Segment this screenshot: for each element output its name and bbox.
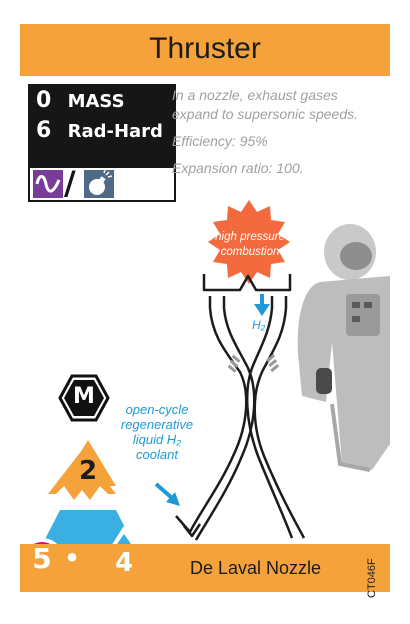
astronaut-figure — [297, 224, 390, 472]
cost-right-number: 4 — [114, 548, 134, 578]
card-name: De Laval Nozzle — [190, 558, 322, 578]
burst-label-line: high pressure — [215, 231, 285, 243]
cost-separator: • — [64, 544, 80, 572]
flow-arrow — [254, 294, 270, 316]
cost-top-number: 2 — [78, 456, 98, 486]
coolant-label-line: open-cycle — [125, 402, 189, 417]
nozzle-illustration — [20, 200, 390, 586]
cost-left-number: 5 — [32, 542, 52, 575]
coolant-label-line: coolant — [136, 447, 178, 462]
burst-label: high pressure combustion — [208, 230, 292, 260]
card[interactable]: Thruster 0 MASS 6 Rad-Hard / In a nozzle… — [20, 24, 390, 600]
coolant-label-line: liquid H₂ — [132, 432, 182, 447]
coolant-label-line: regenerative — [120, 417, 194, 432]
flow-label: H₂ — [252, 318, 266, 332]
coolant-arrow — [154, 482, 180, 506]
faction-letter: M — [73, 384, 95, 409]
coolant-label: open-cycle regenerative liquid H₂ coolan… — [112, 402, 202, 462]
card-code: CT046F — [366, 558, 378, 598]
burst-label-line: combustion — [220, 246, 280, 258]
